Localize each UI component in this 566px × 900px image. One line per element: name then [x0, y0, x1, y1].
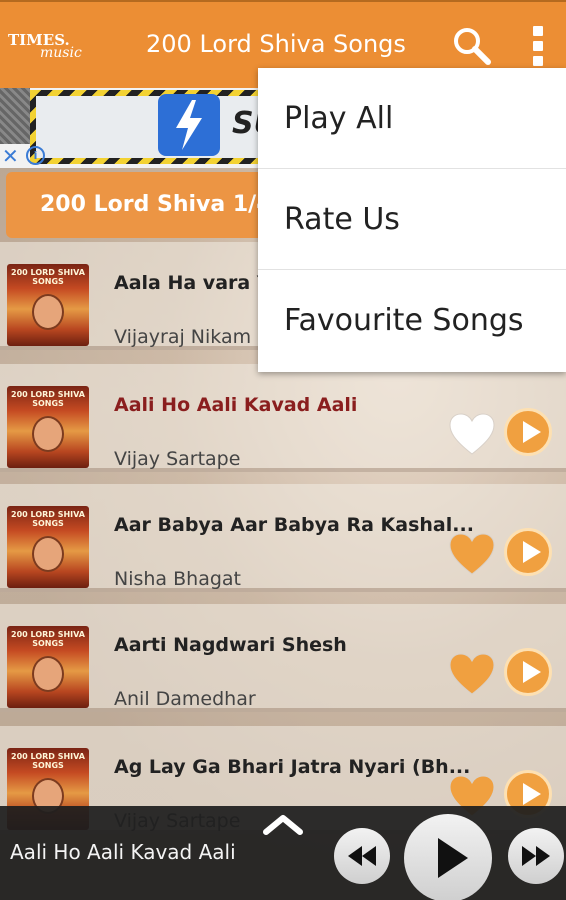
album-art: 200 LORD SHIVA SONGS	[7, 626, 89, 708]
supo-app-icon[interactable]	[158, 94, 220, 156]
album-art-caption: 200 LORD SHIVA SONGS	[11, 752, 85, 770]
album-art-caption: 200 LORD SHIVA SONGS	[11, 390, 85, 408]
menu-item-rate-us[interactable]: Rate Us	[258, 169, 566, 270]
search-icon[interactable]	[452, 26, 492, 66]
song-artist: Vijayraj Nikam	[114, 326, 252, 348]
play-icon	[438, 838, 468, 878]
album-art-caption: 200 LORD SHIVA SONGS	[11, 510, 85, 528]
song-title: Aarti Nagdwari Shesh	[114, 634, 347, 656]
heart-icon[interactable]	[448, 532, 496, 576]
now-playing-title: Aali Ho Aali Kavad Aali	[10, 840, 236, 864]
rewind-icon	[348, 846, 376, 866]
song-title: Aali Ho Aali Kavad Aali	[114, 394, 358, 416]
menu-item-favourite-songs[interactable]: Favourite Songs	[258, 270, 566, 371]
song-row[interactable]: 200 LORD SHIVA SONGS Aar Babya Aar Babya …	[0, 484, 566, 592]
album-art-caption: 200 LORD SHIVA SONGS	[11, 630, 85, 648]
more-vertical-icon[interactable]	[528, 24, 548, 68]
song-title: Ag Lay Ga Bhari Jatra Nyari (Bh...	[114, 756, 471, 778]
close-icon[interactable]: ✕	[2, 144, 19, 168]
play-button[interactable]	[404, 814, 492, 900]
fast-forward-button[interactable]	[508, 828, 564, 884]
song-artist: Nisha Bhagat	[114, 568, 241, 590]
lightning-icon	[176, 100, 202, 150]
play-song-button[interactable]	[504, 528, 552, 576]
chevron-up-icon[interactable]	[262, 812, 304, 836]
song-artist: Vijay Sartape	[114, 448, 241, 470]
album-art: 200 LORD SHIVA SONGS	[7, 264, 89, 346]
album-title: 200 Lord Shiva 1/4	[40, 192, 272, 217]
album-art: 200 LORD SHIVA SONGS	[7, 386, 89, 468]
album-art-figure	[32, 656, 64, 692]
song-row[interactable]: 200 LORD SHIVA SONGS Aali Ho Aali Kavad A…	[0, 364, 566, 472]
overflow-menu: Play All Rate Us Favourite Songs	[258, 68, 566, 372]
song-title: Aar Babya Aar Babya Ra Kashal...	[114, 514, 474, 536]
album-art-caption: 200 LORD SHIVA SONGS	[11, 268, 85, 286]
album-art-figure	[32, 536, 64, 572]
song-title: Aala Ha vara Ye	[114, 272, 282, 294]
fast-forward-icon	[522, 846, 550, 866]
times-music-logo: TIMES. music	[8, 31, 82, 61]
ad-pattern	[0, 88, 30, 144]
album-art-figure	[32, 294, 64, 330]
song-row[interactable]: 200 LORD SHIVA SONGS Aarti Nagdwari Shesh…	[0, 604, 566, 712]
info-icon[interactable]: i	[26, 146, 45, 165]
heart-icon[interactable]	[448, 412, 496, 456]
heart-icon[interactable]	[448, 652, 496, 696]
mini-player: Aali Ho Aali Kavad Aali	[0, 806, 566, 900]
album-art-figure	[32, 416, 64, 452]
app-title: 200 Lord Shiva Songs	[146, 30, 406, 58]
menu-item-play-all[interactable]: Play All	[258, 68, 566, 169]
play-song-button[interactable]	[504, 648, 552, 696]
play-song-button[interactable]	[504, 408, 552, 456]
song-artist: Anil Damedhar	[114, 688, 256, 710]
rewind-button[interactable]	[334, 828, 390, 884]
album-art: 200 LORD SHIVA SONGS	[7, 506, 89, 588]
